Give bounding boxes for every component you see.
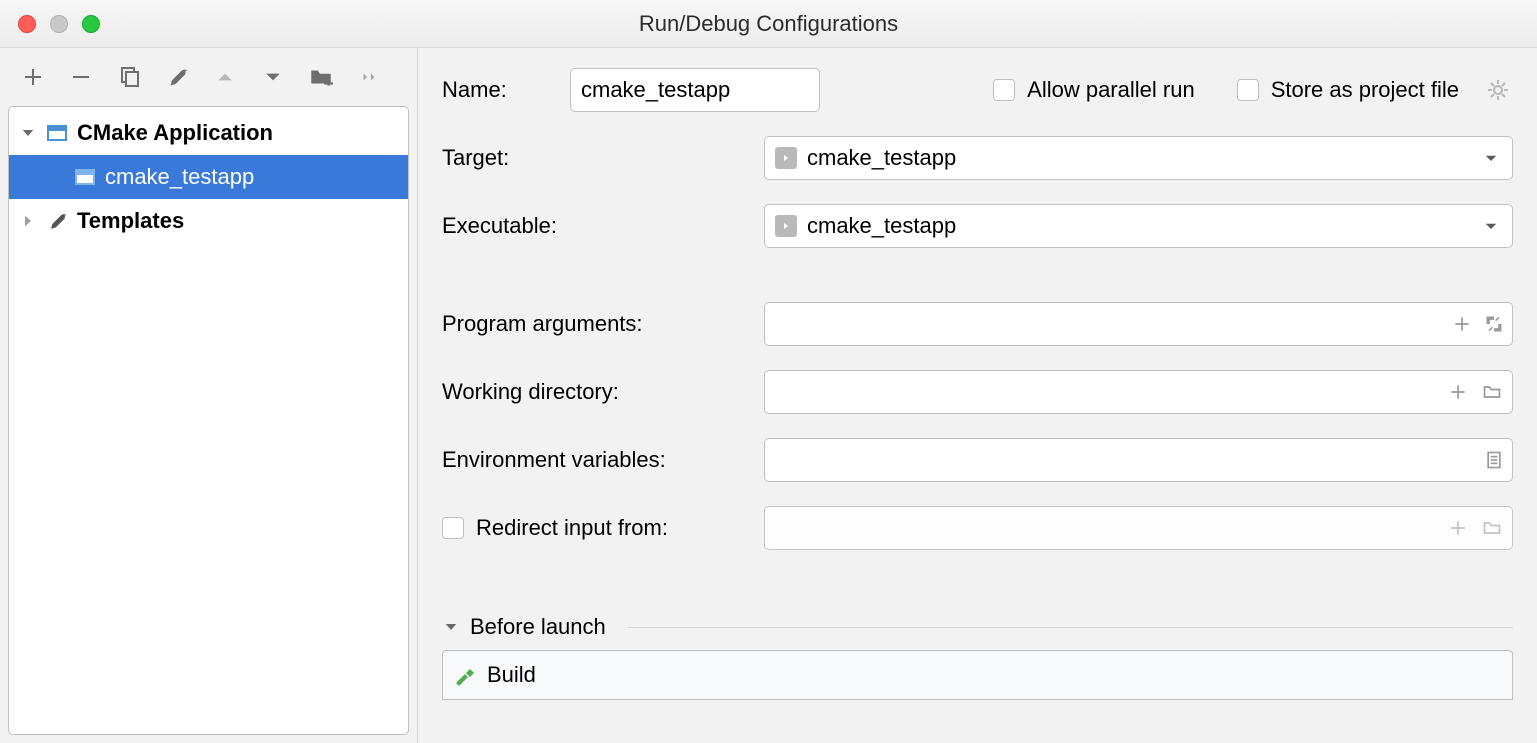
redirect-input-label: Redirect input from: bbox=[476, 515, 668, 541]
divider bbox=[628, 627, 1513, 628]
hammer-icon bbox=[453, 663, 477, 687]
insert-macro-button bbox=[1448, 518, 1468, 538]
add-configuration-button[interactable] bbox=[18, 62, 48, 92]
window-zoom-button[interactable] bbox=[82, 15, 100, 33]
folder-button[interactable] bbox=[306, 62, 336, 92]
executable-icon bbox=[775, 147, 797, 169]
tree-node-cmake-testapp[interactable]: cmake_testapp bbox=[9, 155, 408, 199]
tree-node-label: CMake Application bbox=[77, 120, 273, 146]
executable-icon bbox=[775, 215, 797, 237]
chevron-down-icon[interactable] bbox=[442, 618, 460, 636]
name-label: Name: bbox=[442, 77, 552, 103]
move-up-button[interactable] bbox=[210, 62, 240, 92]
program-arguments-input[interactable] bbox=[764, 302, 1513, 346]
edit-env-button[interactable] bbox=[1484, 449, 1504, 471]
window-close-button[interactable] bbox=[18, 15, 36, 33]
target-value: cmake_testapp bbox=[807, 145, 1470, 171]
chevron-down-icon bbox=[1480, 217, 1502, 235]
remove-configuration-button[interactable] bbox=[66, 62, 96, 92]
name-value: cmake_testapp bbox=[581, 77, 809, 103]
environment-variables-label: Environment variables: bbox=[442, 447, 742, 473]
window-controls bbox=[0, 15, 100, 33]
insert-macro-button[interactable] bbox=[1452, 314, 1472, 334]
wrench-icon bbox=[45, 209, 69, 233]
executable-label: Executable: bbox=[442, 213, 742, 239]
configurations-tree[interactable]: CMake Application cmake_testapp Template… bbox=[8, 106, 409, 735]
before-launch-section: Before launch Build bbox=[442, 614, 1513, 700]
chevron-down-icon bbox=[1480, 149, 1502, 167]
titlebar: Run/Debug Configurations bbox=[0, 0, 1537, 48]
target-dropdown[interactable]: cmake_testapp bbox=[764, 136, 1513, 180]
before-launch-item-label: Build bbox=[487, 662, 536, 688]
checkbox-icon bbox=[993, 79, 1015, 101]
cmake-app-icon bbox=[73, 165, 97, 189]
more-button[interactable] bbox=[354, 62, 384, 92]
insert-macro-button[interactable] bbox=[1448, 382, 1468, 402]
tree-node-label: Templates bbox=[77, 208, 184, 234]
window-title: Run/Debug Configurations bbox=[0, 11, 1537, 37]
target-label: Target: bbox=[442, 145, 742, 171]
allow-parallel-run-label: Allow parallel run bbox=[1027, 77, 1195, 103]
store-as-project-file-checkbox[interactable]: Store as project file bbox=[1237, 77, 1459, 103]
edit-templates-button[interactable] bbox=[162, 62, 192, 92]
working-directory-label: Working directory: bbox=[442, 379, 742, 405]
browse-folder-button bbox=[1480, 518, 1504, 538]
cmake-app-icon bbox=[45, 121, 69, 145]
redirect-input-path-input bbox=[764, 506, 1513, 550]
working-directory-input[interactable] bbox=[764, 370, 1513, 414]
browse-folder-button[interactable] bbox=[1480, 382, 1504, 402]
copy-configuration-button[interactable] bbox=[114, 62, 144, 92]
before-launch-title: Before launch bbox=[470, 614, 606, 640]
sidebar-toolbar bbox=[0, 48, 417, 106]
expand-field-button[interactable] bbox=[1484, 314, 1504, 334]
redirect-input-checkbox[interactable] bbox=[442, 517, 464, 539]
move-down-button[interactable] bbox=[258, 62, 288, 92]
name-input[interactable]: cmake_testapp bbox=[570, 68, 820, 112]
before-launch-list[interactable]: Build bbox=[442, 650, 1513, 700]
tree-node-cmake-application[interactable]: CMake Application bbox=[9, 111, 408, 155]
environment-variables-input[interactable] bbox=[764, 438, 1513, 482]
window-minimize-button[interactable] bbox=[50, 15, 68, 33]
executable-dropdown[interactable]: cmake_testapp bbox=[764, 204, 1513, 248]
checkbox-icon bbox=[1237, 79, 1259, 101]
tree-node-templates[interactable]: Templates bbox=[9, 199, 408, 243]
chevron-down-icon bbox=[19, 124, 37, 142]
chevron-right-icon bbox=[19, 212, 37, 230]
executable-value: cmake_testapp bbox=[807, 213, 1470, 239]
allow-parallel-run-checkbox[interactable]: Allow parallel run bbox=[993, 77, 1195, 103]
store-as-project-file-label: Store as project file bbox=[1271, 77, 1459, 103]
program-arguments-label: Program arguments: bbox=[442, 311, 742, 337]
store-options-gear-button[interactable] bbox=[1483, 75, 1513, 105]
sidebar: CMake Application cmake_testapp Template… bbox=[0, 48, 418, 743]
configuration-form: Name: cmake_testapp Allow parallel run S… bbox=[418, 48, 1537, 743]
tree-node-label: cmake_testapp bbox=[105, 164, 254, 190]
